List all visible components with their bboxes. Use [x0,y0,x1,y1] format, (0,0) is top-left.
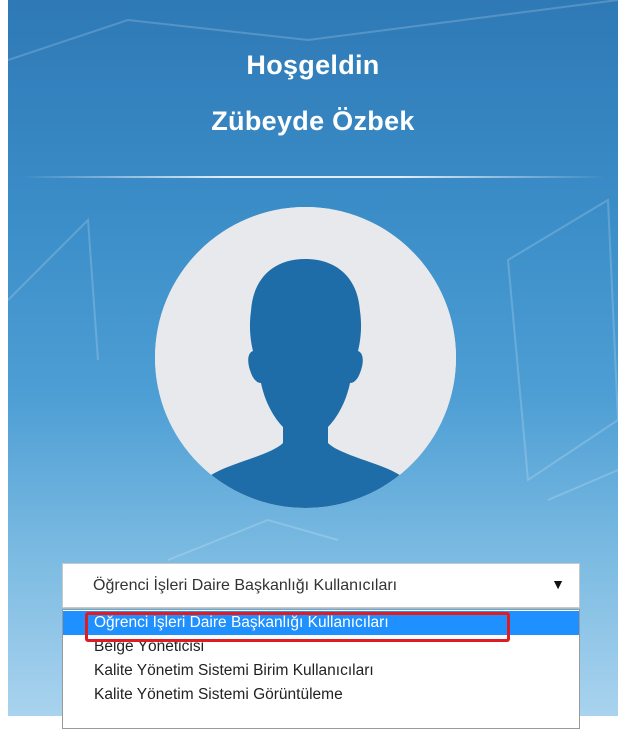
avatar [155,207,456,508]
role-option[interactable]: Kalite Yönetim Sistemi Birim Kullanıcıla… [63,659,579,683]
login-frame: Hoşgeldin Zübeyde Özbek Öğrenci İşleri D… [0,0,633,736]
divider [20,176,606,178]
role-select[interactable]: Öğrenci İşleri Daire Başkanlığı Kullanıc… [62,563,580,608]
caret-down-icon[interactable]: ▼ [551,576,565,592]
role-option[interactable]: Belge Yöneticisi [63,635,579,659]
welcome-user-name: Zübeyde Özbek [211,106,415,136]
role-select-value: Öğrenci İşleri Daire Başkanlığı Kullanıc… [93,577,398,594]
role-option[interactable]: Kalite Yönetim Sistemi Görüntüleme [63,683,579,707]
user-silhouette-icon [155,207,456,508]
role-options-list: Öğrenci İşleri Daire Başkanlığı Kullanıc… [62,609,580,729]
welcome-greeting: Hoşgeldin [246,50,380,80]
role-option[interactable]: Öğrenci İşleri Daire Başkanlığı Kullanıc… [63,611,579,635]
